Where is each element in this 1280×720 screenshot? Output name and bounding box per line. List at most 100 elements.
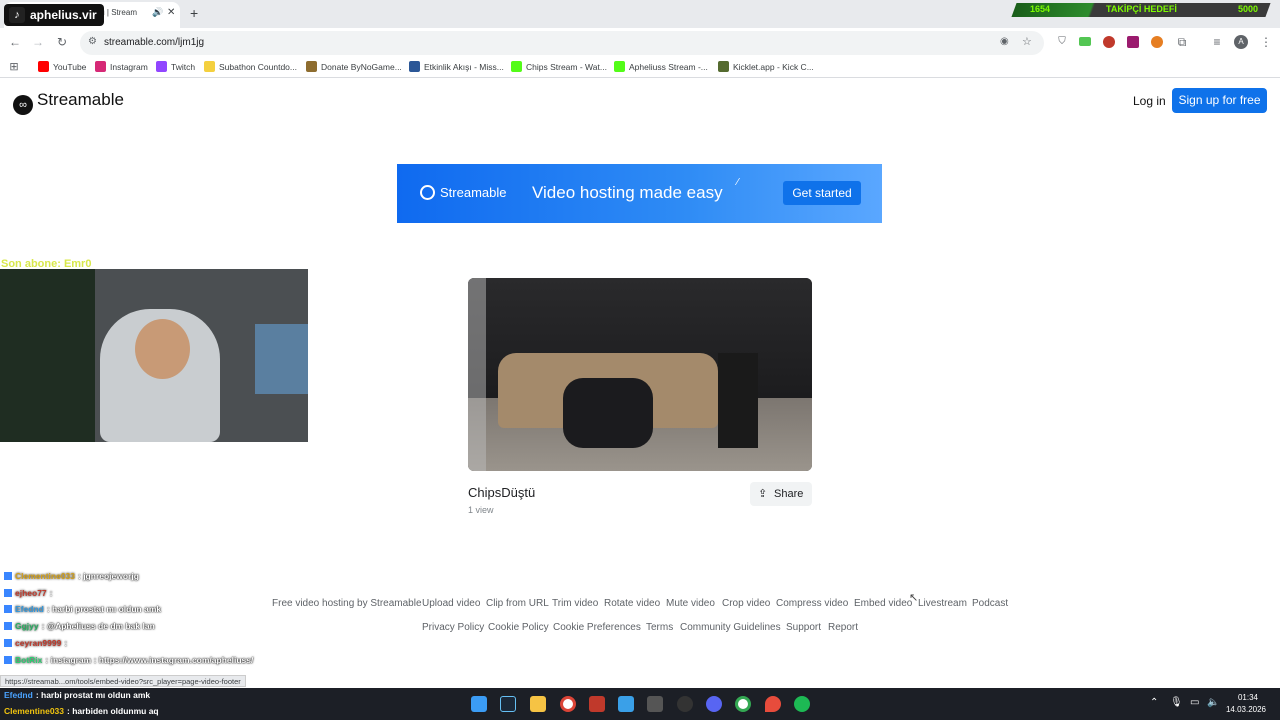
- bookmark-item[interactable]: Chips Stream - Wat...: [511, 60, 607, 76]
- footer-link[interactable]: Rotate video: [604, 598, 660, 609]
- footer-link[interactable]: Compress video: [776, 598, 848, 609]
- map-pin-icon[interactable]: [765, 696, 781, 712]
- file-explorer-icon[interactable]: [530, 696, 546, 712]
- forward-icon[interactable]: →: [30, 34, 46, 50]
- footer-link[interactable]: Cookie Preferences: [553, 622, 641, 633]
- bookmark-item[interactable]: YouTube: [38, 60, 86, 76]
- get-started-button[interactable]: Get started: [783, 181, 861, 205]
- tiktok-icon: ♪: [9, 7, 25, 23]
- chat-text: : harbi prostat mı oldun amk: [46, 604, 162, 614]
- shield-extension-icon[interactable]: ⛉: [1054, 34, 1070, 50]
- network-icon[interactable]: ▭: [1190, 697, 1199, 708]
- eye-off-icon[interactable]: ◉: [1000, 36, 1009, 47]
- footer-link[interactable]: Trim video: [552, 598, 598, 609]
- bookmark-item[interactable]: Twitch: [156, 60, 195, 76]
- steam-icon[interactable]: [500, 696, 516, 712]
- bookmark-item[interactable]: Etkinlik Akışı - Miss...: [409, 60, 504, 76]
- signup-button[interactable]: Sign up for free: [1172, 88, 1267, 113]
- chat-badge-icon: [4, 656, 12, 664]
- windows-taskbar: Efednd: harbi prostat mı oldun amk Cleme…: [0, 688, 1280, 720]
- chat-username: Ggjyy: [15, 621, 39, 631]
- footer-link[interactable]: Mute video: [666, 598, 715, 609]
- chat-badge-icon: [4, 605, 12, 613]
- back-icon[interactable]: ←: [7, 34, 23, 50]
- clock-time[interactable]: 01:34: [1230, 693, 1266, 702]
- voicemeeter-icon[interactable]: [589, 696, 605, 712]
- bookmarks-bar: ⊞ YouTube Instagram Twitch Subathon Countdo…: [0, 56, 1280, 78]
- footer-link[interactable]: Privacy Policy: [422, 622, 484, 633]
- streamable-logo[interactable]: ∞ Streamable: [13, 90, 124, 115]
- close-tab-icon[interactable]: ✕: [167, 7, 175, 18]
- promo-banner[interactable]: Streamable Video hosting made easy ⁄ Get…: [397, 164, 882, 223]
- windows-start-icon[interactable]: [471, 696, 487, 712]
- footer-link[interactable]: Upload video: [422, 598, 480, 609]
- footer-link[interactable]: Free video hosting by Streamable: [272, 598, 422, 609]
- footer-link[interactable]: Report: [828, 622, 858, 633]
- app-gray-icon[interactable]: [647, 696, 663, 712]
- chat-message: Efednd: harbi prostat mı oldun amk: [4, 604, 161, 614]
- channel-badge: ♪ aphelius.vir: [4, 4, 104, 26]
- footer-link[interactable]: Livestream: [918, 598, 967, 609]
- clock-date[interactable]: 14.03.2026: [1222, 705, 1270, 714]
- apps-grid-icon[interactable]: ⊞: [6, 59, 22, 75]
- bookmark-item[interactable]: Kicklet.app - Kick C...: [718, 60, 814, 76]
- tray-chevron-icon[interactable]: ⌃: [1150, 697, 1158, 708]
- bookmark-favicon-icon: [306, 61, 317, 72]
- video-shelf: [718, 353, 758, 448]
- chrome-icon[interactable]: [560, 696, 576, 712]
- footer-link[interactable]: Support: [786, 622, 821, 633]
- microphone-icon[interactable]: 🎙: [1170, 697, 1183, 708]
- bookmark-label: Chips Stream - Wat...: [526, 62, 607, 72]
- url-text[interactable]: streamable.com/ljm1jg: [104, 37, 204, 48]
- bookmark-item[interactable]: Instagram: [95, 60, 148, 76]
- chat-message: BotRix: instagram : https://www.instagra…: [4, 655, 253, 665]
- webcam-banner: [0, 269, 95, 442]
- footer-link[interactable]: Community Guidelines: [680, 622, 781, 633]
- profile-avatar[interactable]: A: [1234, 35, 1248, 49]
- footer-link[interactable]: Crop video: [722, 598, 770, 609]
- reload-icon[interactable]: ↻: [54, 34, 70, 50]
- bookmark-label: Kicklet.app - Kick C...: [733, 62, 814, 72]
- speaker-icon[interactable]: 🔊: [152, 7, 163, 18]
- goal-target: 5000: [1238, 4, 1259, 14]
- new-tab-icon[interactable]: +: [190, 5, 198, 21]
- chat-text: : harbi prostat mı oldun amk: [35, 690, 151, 700]
- bookmark-favicon-icon: [511, 61, 522, 72]
- extensions-puzzle-icon[interactable]: ⧉: [1174, 34, 1190, 50]
- login-link[interactable]: Log in: [1133, 94, 1166, 108]
- chat-badge-icon: [4, 589, 12, 597]
- browser-toolbar: ← → ↻ ⚙ streamable.com/ljm1jg ◉ ☆ ⛉ ⧉ ≡ …: [0, 28, 1280, 56]
- video-player[interactable]: [468, 278, 812, 471]
- chrome-active-icon[interactable]: [735, 696, 751, 712]
- share-button[interactable]: ⇪ Share: [750, 482, 812, 506]
- media-control-icon[interactable]: ≡: [1209, 34, 1225, 50]
- share-label: Share: [774, 488, 804, 500]
- kick-extension-icon[interactable]: [1079, 37, 1091, 46]
- discord-icon[interactable]: [706, 696, 722, 712]
- volume-icon[interactable]: 🔈: [1207, 697, 1219, 708]
- bookmark-item[interactable]: Subathon Countdo...: [204, 60, 297, 76]
- footer-link[interactable]: Cookie Policy: [488, 622, 549, 633]
- site-info-icon[interactable]: ⚙: [88, 36, 97, 47]
- extension-red-icon[interactable]: [1103, 36, 1115, 48]
- obs-icon[interactable]: [677, 696, 693, 712]
- webcam-monitor: [255, 324, 308, 394]
- star-icon[interactable]: ☆: [1022, 35, 1032, 48]
- extension-purple-icon[interactable]: [1127, 36, 1139, 48]
- bookmark-item[interactable]: Apheliuss Stream -...: [614, 60, 708, 76]
- menu-kebab-icon[interactable]: ⋮: [1258, 34, 1274, 50]
- bookmark-favicon-icon: [718, 61, 729, 72]
- footer-link[interactable]: Terms: [646, 622, 673, 633]
- bookmark-item[interactable]: Donate ByNoGame...: [306, 60, 402, 76]
- extension-orange-icon[interactable]: [1151, 36, 1163, 48]
- footer-link[interactable]: Clip from URL: [486, 598, 549, 609]
- footer-link[interactable]: Embed video: [854, 598, 912, 609]
- spotify-icon[interactable]: [794, 696, 810, 712]
- sparkle-icon: ⁄: [737, 177, 739, 188]
- bookmark-label: Etkinlik Akışı - Miss...: [424, 62, 504, 72]
- bookmark-label: YouTube: [53, 62, 87, 72]
- app-blue-icon[interactable]: [618, 696, 634, 712]
- chat-text: : harbiden oldunmu aq: [67, 706, 159, 716]
- footer-link[interactable]: Podcast: [972, 598, 1008, 609]
- address-bar[interactable]: ⚙ streamable.com/ljm1jg ◉ ☆: [80, 31, 1044, 55]
